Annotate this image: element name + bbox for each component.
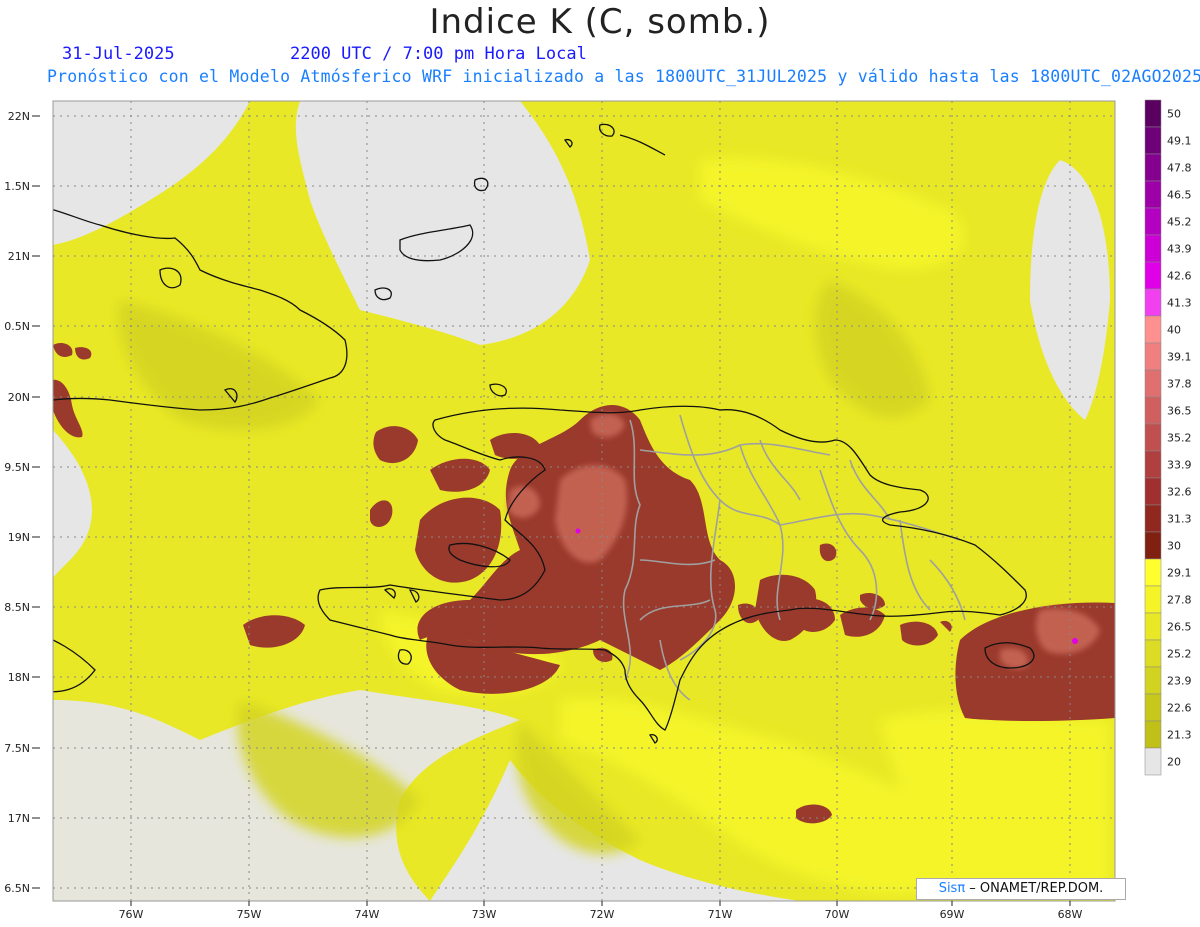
colorbar-label: 22.6 xyxy=(1167,702,1192,715)
lat-label: 0.5N xyxy=(4,320,30,333)
colorbar-swatch xyxy=(1144,180,1162,209)
colorbar-label: 39.1 xyxy=(1167,351,1192,364)
lat-label: 8.5N xyxy=(4,601,30,614)
colorbar-label: 49.1 xyxy=(1167,135,1192,148)
lat-label: 22N xyxy=(8,110,30,123)
lon-label: 70W xyxy=(825,908,850,921)
colorbar-label: 26.5 xyxy=(1167,621,1192,634)
k-peak-east xyxy=(1072,638,1078,644)
colorbar-label: 32.6 xyxy=(1167,486,1192,499)
colorbar-swatch xyxy=(1144,720,1162,749)
colorbar-swatch xyxy=(1144,666,1162,695)
lon-label: 73W xyxy=(472,908,497,921)
colorbar-swatch xyxy=(1144,450,1162,479)
colorbar-label: 21.3 xyxy=(1167,729,1192,742)
colorbar-swatch xyxy=(1144,639,1162,668)
latitude-ticks xyxy=(32,115,40,889)
colorbar-swatch xyxy=(1144,531,1162,560)
colorbar-swatch xyxy=(1144,504,1162,533)
lon-label: 71W xyxy=(708,908,733,921)
colorbar-label: 42.6 xyxy=(1167,270,1192,283)
lat-label: 1.5N xyxy=(4,180,30,193)
k-peak-haiti xyxy=(575,528,581,534)
colorbar-label: 31.3 xyxy=(1167,513,1192,526)
lat-label: 20N xyxy=(8,391,30,404)
lat-label: 17N xyxy=(8,812,30,825)
lon-label: 74W xyxy=(355,908,380,921)
colorbar-swatch xyxy=(1144,585,1162,614)
lon-label: 68W xyxy=(1058,908,1083,921)
colorbar-label: 25.2 xyxy=(1167,648,1192,661)
colorbar-label: 47.8 xyxy=(1167,162,1192,175)
credit-box: Sisπ – ONAMET/REP.DOM. xyxy=(916,878,1126,900)
lon-label: 75W xyxy=(237,908,262,921)
lon-label: 76W xyxy=(119,908,144,921)
colorbar-label: 20 xyxy=(1167,756,1181,769)
colorbar-swatch xyxy=(1144,126,1162,155)
colorbar-swatch xyxy=(1144,369,1162,398)
lat-label: 6.5N xyxy=(4,882,30,895)
colorbar-label: 46.5 xyxy=(1167,189,1192,202)
colorbar-swatch xyxy=(1144,315,1162,344)
colorbar-label: 41.3 xyxy=(1167,297,1192,310)
lon-label: 72W xyxy=(590,908,615,921)
colorbar-swatch xyxy=(1144,612,1162,641)
colorbar-swatch xyxy=(1144,99,1162,128)
k-index-map: 22N 1.5N 21N 0.5N 20N 9.5N 19N 8.5N 18N … xyxy=(4,99,1192,921)
lon-label: 69W xyxy=(940,908,965,921)
colorbar-swatch xyxy=(1144,153,1162,182)
lat-label: 7.5N xyxy=(4,742,30,755)
colorbar-label: 29.1 xyxy=(1167,567,1192,580)
lat-label: 9.5N xyxy=(4,461,30,474)
colorbar-swatch xyxy=(1144,396,1162,425)
colorbar: 50 49.1 47.8 46.5 45.2 43.9 42.6 41.3 40 39.1 37.8… xyxy=(1144,99,1192,776)
colorbar-swatch xyxy=(1144,261,1162,290)
lat-label: 19N xyxy=(8,531,30,544)
colorbar-label: 43.9 xyxy=(1167,243,1192,256)
colorbar-swatch xyxy=(1144,342,1162,371)
lat-label: 21N xyxy=(8,250,30,263)
colorbar-swatch xyxy=(1144,234,1162,263)
colorbar-swatch xyxy=(1144,288,1162,317)
colorbar-label: 40 xyxy=(1167,324,1181,337)
longitude-ticks xyxy=(130,901,1071,906)
colorbar-swatch xyxy=(1144,207,1162,236)
colorbar-label: 45.2 xyxy=(1167,216,1192,229)
credit-text: – ONAMET/REP.DOM. xyxy=(965,881,1104,896)
colorbar-swatch xyxy=(1144,747,1162,776)
colorbar-swatch xyxy=(1144,477,1162,506)
lat-label: 18N xyxy=(8,671,30,684)
credit-brand: Sisπ xyxy=(938,881,966,896)
colorbar-swatch xyxy=(1144,423,1162,452)
longitude-labels: 76W 75W 74W 73W 72W 71W 70W 69W 68W xyxy=(119,908,1083,921)
colorbar-label: 27.8 xyxy=(1167,594,1192,607)
colorbar-swatch xyxy=(1144,693,1162,722)
colorbar-label: 36.5 xyxy=(1167,405,1192,418)
colorbar-label: 35.2 xyxy=(1167,432,1192,445)
latitude-labels: 22N 1.5N 21N 0.5N 20N 9.5N 19N 8.5N 18N … xyxy=(4,110,30,895)
colorbar-label: 33.9 xyxy=(1167,459,1192,472)
colorbar-label: 23.9 xyxy=(1167,675,1192,688)
colorbar-label: 50 xyxy=(1167,108,1181,121)
colorbar-label: 37.8 xyxy=(1167,378,1192,391)
colorbar-swatch xyxy=(1144,558,1162,587)
colorbar-label: 30 xyxy=(1167,540,1181,553)
